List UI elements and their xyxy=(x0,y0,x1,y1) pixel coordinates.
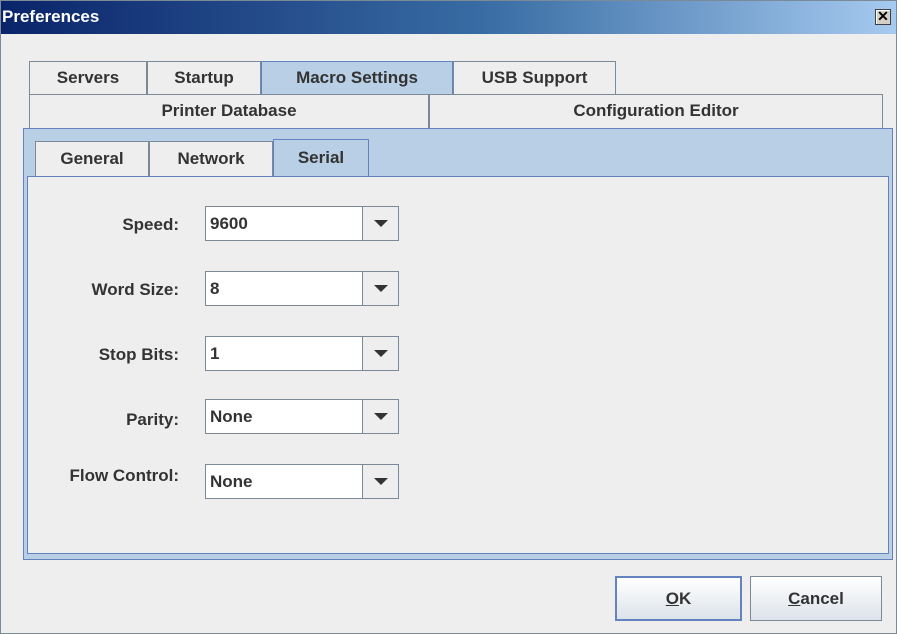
chevron-down-icon[interactable] xyxy=(362,207,398,240)
chevron-down-icon[interactable] xyxy=(362,400,398,433)
tab-configuration-editor[interactable]: Configuration Editor xyxy=(429,94,883,128)
flow-control-combobox[interactable]: None xyxy=(205,464,399,499)
word-size-combobox[interactable]: 8 xyxy=(205,271,399,306)
tab-label: Network xyxy=(177,149,245,168)
stop-bits-label: Stop Bits: xyxy=(98,345,179,364)
word-size-label: Word Size: xyxy=(91,280,179,299)
tab-label: Servers xyxy=(56,68,120,87)
cancel-label-rest: ancel xyxy=(800,589,844,608)
tab-label: Serial xyxy=(297,148,345,167)
parity-label: Parity: xyxy=(126,410,179,429)
parity-value: None xyxy=(210,407,253,426)
ok-mnemonic: O xyxy=(665,589,679,608)
chevron-down-icon[interactable] xyxy=(362,337,398,370)
ok-button[interactable]: OK xyxy=(615,576,742,621)
tab-startup[interactable]: Startup xyxy=(147,61,261,95)
preferences-dialog: Preferences ✕ Servers Startup Macro Sett… xyxy=(0,0,897,634)
tab-network[interactable]: Network xyxy=(149,141,273,177)
tab-label: Macro Settings xyxy=(296,68,418,87)
chevron-down-icon[interactable] xyxy=(362,272,398,305)
title-bar[interactable]: Preferences ✕ xyxy=(1,1,896,34)
stop-bits-combobox[interactable]: 1 xyxy=(205,336,399,371)
parity-combobox[interactable]: None xyxy=(205,399,399,434)
tab-label: Startup xyxy=(174,68,234,87)
cancel-mnemonic: C xyxy=(788,589,801,608)
tab-label: General xyxy=(60,149,124,168)
speed-value: 9600 xyxy=(210,214,248,233)
tab-servers[interactable]: Servers xyxy=(29,61,147,95)
tab-label: Printer Database xyxy=(161,101,297,120)
cancel-button[interactable]: Cancel xyxy=(750,576,882,621)
ok-label-rest: K xyxy=(678,589,692,608)
chevron-down-icon[interactable] xyxy=(362,465,398,498)
tab-serial[interactable]: Serial xyxy=(273,139,369,177)
close-icon[interactable]: ✕ xyxy=(875,9,891,25)
speed-label: Speed: xyxy=(122,215,179,234)
tab-macro-settings[interactable]: Macro Settings xyxy=(261,61,453,95)
tab-label: Configuration Editor xyxy=(573,101,739,120)
speed-combobox[interactable]: 9600 xyxy=(205,206,399,241)
tab-label: USB Support xyxy=(481,68,588,87)
tab-general[interactable]: General xyxy=(35,141,149,177)
stop-bits-value: 1 xyxy=(210,344,220,363)
tab-printer-database[interactable]: Printer Database xyxy=(29,94,429,128)
word-size-value: 8 xyxy=(210,279,220,298)
tab-usb-support[interactable]: USB Support xyxy=(453,61,616,95)
window-title: Preferences xyxy=(2,7,100,26)
flow-control-label: Flow Control: xyxy=(69,466,179,485)
flow-control-value: None xyxy=(210,472,253,491)
